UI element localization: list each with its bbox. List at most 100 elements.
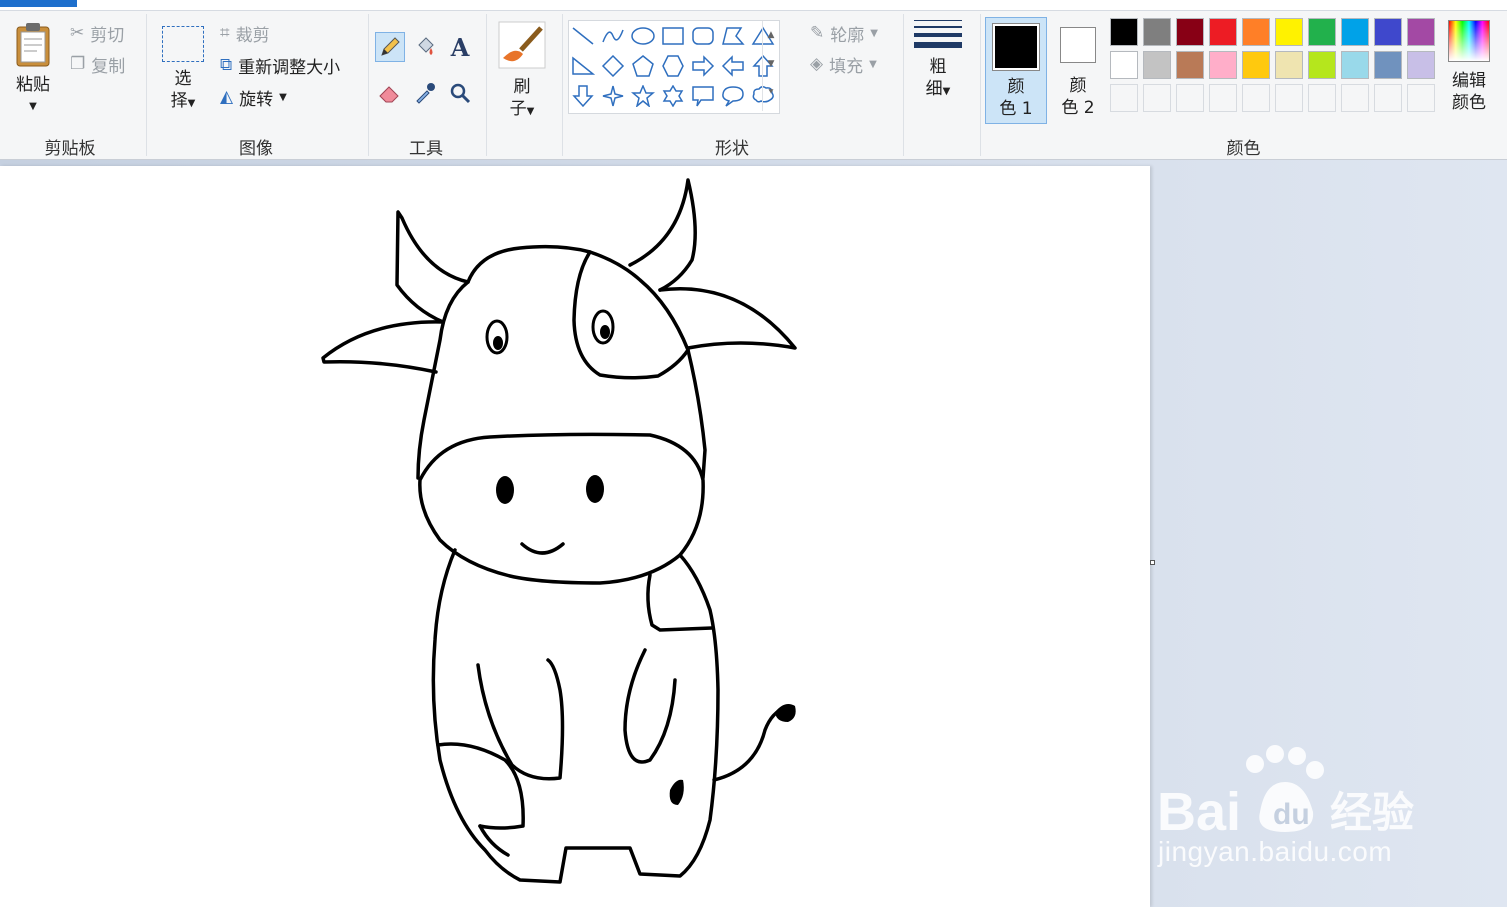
oval-shape[interactable] bbox=[629, 23, 657, 49]
color-swatch[interactable] bbox=[1143, 51, 1171, 79]
hexagon-shape[interactable] bbox=[659, 53, 687, 79]
custom-color-slot[interactable] bbox=[1308, 84, 1336, 112]
color1-label-2: 色 1 bbox=[999, 99, 1033, 119]
fill-tool[interactable] bbox=[410, 32, 440, 62]
five-point-star-shape[interactable] bbox=[629, 83, 657, 109]
color-swatch[interactable] bbox=[1176, 51, 1204, 79]
four-point-star-shape[interactable] bbox=[599, 83, 627, 109]
outline-button[interactable]: ✎ 轮廓 ▼ bbox=[810, 20, 878, 46]
color-swatch[interactable] bbox=[1242, 51, 1270, 79]
custom-color-slot[interactable] bbox=[1209, 84, 1237, 112]
custom-color-slot[interactable] bbox=[1242, 84, 1270, 112]
watermark-brand: Bai bbox=[1157, 782, 1241, 842]
color-swatch[interactable] bbox=[1341, 18, 1369, 46]
color-swatch[interactable] bbox=[1308, 51, 1336, 79]
curve-shape[interactable] bbox=[599, 23, 627, 49]
left-arrow-icon bbox=[721, 55, 744, 77]
rectangle-shape[interactable] bbox=[659, 23, 687, 49]
separator bbox=[486, 14, 487, 156]
scroll-down-icon[interactable]: ▼ bbox=[763, 50, 779, 79]
color-swatch[interactable] bbox=[1275, 51, 1303, 79]
select-button[interactable]: 选 择▼ bbox=[160, 26, 206, 115]
custom-color-slot[interactable] bbox=[1176, 84, 1204, 112]
shapes-gallery[interactable]: ▲ ▼ ⯆ bbox=[568, 20, 780, 114]
right-arrow-shape[interactable] bbox=[689, 53, 717, 79]
color-swatch[interactable] bbox=[1308, 18, 1336, 46]
fill-button[interactable]: ◈ 填充 ▼ bbox=[810, 51, 877, 77]
pentagon-shape[interactable] bbox=[629, 53, 657, 79]
color1-button[interactable]: 颜 色 1 bbox=[985, 17, 1047, 124]
diamond-shape[interactable] bbox=[599, 53, 627, 79]
crop-button[interactable]: ⌗ 裁剪 bbox=[220, 20, 270, 46]
color2-label-1: 颜 bbox=[1069, 76, 1087, 96]
rounded-rectangle-shape[interactable] bbox=[689, 23, 717, 49]
gallery-expand-icon[interactable]: ⯆ bbox=[763, 79, 779, 108]
brushes-label-1: 刷 bbox=[513, 77, 531, 97]
color2-button[interactable]: 颜 色 2 bbox=[1050, 17, 1106, 124]
custom-color-slot[interactable] bbox=[1341, 84, 1369, 112]
color-swatch[interactable] bbox=[1110, 51, 1138, 79]
color-swatch[interactable] bbox=[1374, 51, 1402, 79]
pencil-tool[interactable] bbox=[375, 32, 405, 62]
color-swatch[interactable] bbox=[1209, 51, 1237, 79]
rectangle-icon bbox=[662, 27, 684, 45]
custom-color-slot[interactable] bbox=[1110, 84, 1138, 112]
line-shape[interactable] bbox=[569, 23, 597, 49]
cut-label: 剪切 bbox=[90, 25, 125, 46]
oval-callout-shape[interactable] bbox=[719, 83, 747, 109]
text-tool[interactable]: A bbox=[445, 32, 475, 62]
left-arrow-shape[interactable] bbox=[719, 53, 747, 79]
color-swatch[interactable] bbox=[1176, 18, 1204, 46]
brushes-button[interactable]: 刷 子▼ bbox=[496, 20, 548, 123]
eraser-tool[interactable] bbox=[375, 78, 405, 108]
file-tab[interactable] bbox=[0, 0, 77, 7]
crop-label: 裁剪 bbox=[235, 25, 270, 46]
diamond-icon bbox=[601, 55, 625, 77]
color-swatch[interactable] bbox=[1374, 18, 1402, 46]
custom-color-slot[interactable] bbox=[1407, 84, 1435, 112]
color-swatch[interactable] bbox=[1407, 51, 1435, 79]
brushes-label-2: 子 bbox=[509, 99, 527, 119]
right-triangle-shape[interactable] bbox=[569, 53, 597, 79]
color-swatch[interactable] bbox=[1341, 51, 1369, 79]
rotate-button[interactable]: ◭ 旋转 ▼ bbox=[220, 84, 287, 110]
cut-button[interactable]: ✂ 剪切 bbox=[70, 20, 124, 46]
chevron-down-icon: ▼ bbox=[870, 27, 878, 39]
polygon-shape[interactable] bbox=[719, 23, 747, 49]
color-swatch[interactable] bbox=[1209, 18, 1237, 46]
canvas-resize-handle[interactable] bbox=[1150, 560, 1155, 565]
color-swatch[interactable] bbox=[1143, 18, 1171, 46]
color-swatch[interactable] bbox=[1275, 18, 1303, 46]
copy-label: 复制 bbox=[91, 56, 126, 77]
text-icon: A bbox=[450, 32, 470, 62]
drawing-canvas[interactable] bbox=[0, 166, 1150, 907]
four-point-star-icon bbox=[602, 85, 624, 107]
color-picker-tool[interactable] bbox=[410, 78, 440, 108]
custom-color-slot[interactable] bbox=[1275, 84, 1303, 112]
gallery-scroll[interactable]: ▲ ▼ ⯆ bbox=[762, 21, 779, 111]
image-group-label: 图像 bbox=[239, 139, 273, 159]
custom-color-slot[interactable] bbox=[1374, 84, 1402, 112]
magnifier-tool[interactable] bbox=[445, 78, 475, 108]
color-swatch[interactable] bbox=[1407, 18, 1435, 46]
scroll-up-icon[interactable]: ▲ bbox=[763, 21, 779, 50]
down-arrow-shape[interactable] bbox=[569, 83, 597, 109]
hexagon-icon bbox=[662, 55, 684, 77]
chevron-down-icon: ▼ bbox=[942, 86, 951, 97]
color-spectrum-icon bbox=[1448, 20, 1490, 62]
right-triangle-icon bbox=[572, 56, 595, 75]
paste-button[interactable]: 粘贴 ▼ bbox=[8, 22, 58, 118]
rect-callout-shape[interactable] bbox=[689, 83, 717, 109]
color1-swatch bbox=[992, 23, 1040, 71]
color-swatch[interactable] bbox=[1110, 18, 1138, 46]
custom-color-slot[interactable] bbox=[1143, 84, 1171, 112]
edit-colors-button[interactable]: 编辑 颜色 bbox=[1444, 20, 1494, 114]
tools-group-label: 工具 bbox=[409, 139, 443, 159]
eraser-icon bbox=[379, 86, 399, 103]
color-swatch[interactable] bbox=[1242, 18, 1270, 46]
copy-button[interactable]: ❐ 复制 bbox=[70, 51, 125, 77]
resize-button[interactable]: ⧉ 重新调整大小 bbox=[220, 52, 340, 78]
oval-callout-icon bbox=[722, 86, 744, 107]
size-button[interactable]: 粗 细▼ bbox=[912, 20, 964, 103]
six-point-star-shape[interactable] bbox=[659, 83, 687, 109]
